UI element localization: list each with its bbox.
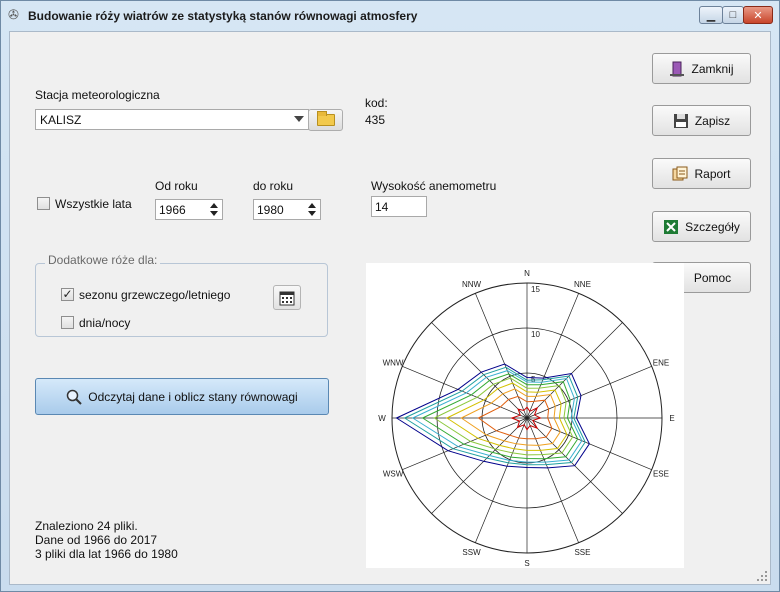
- spin-up-icon[interactable]: [308, 203, 316, 208]
- maximize-button[interactable]: □: [722, 6, 744, 24]
- radial-tick-label: 10: [531, 330, 540, 339]
- anemometer-label: Wysokość anemometru: [371, 179, 497, 193]
- close-button[interactable]: Zamknij: [652, 53, 751, 84]
- minimize-button[interactable]: ▁: [699, 6, 723, 24]
- from-year-spin-buttons[interactable]: [207, 201, 221, 218]
- grid-spoke: [402, 417, 528, 470]
- window-title: Budowanie róży wiatrów ze statystyką sta…: [28, 9, 418, 23]
- grid-spoke: [475, 417, 528, 543]
- station-value: KALISZ: [40, 112, 82, 127]
- details-button-label: Szczegóły: [685, 219, 740, 234]
- grid-spoke: [526, 417, 579, 543]
- help-button-label: Pomoc: [693, 270, 732, 285]
- spin-down-icon[interactable]: [308, 211, 316, 216]
- all-years-label: Wszystkie lata: [55, 197, 132, 211]
- extra-roses-title: Dodatkowe róże dla:: [45, 253, 161, 267]
- direction-label: SSW: [462, 548, 481, 557]
- direction-label: NNW: [462, 280, 482, 289]
- direction-label: ENE: [653, 359, 669, 368]
- station-label: Stacja meteorologiczna: [35, 88, 160, 102]
- to-year-spin-buttons[interactable]: [305, 201, 319, 218]
- calculate-label: Odczytaj dane i oblicz stany równowagi: [88, 389, 298, 404]
- close-window-button[interactable]: ✕: [743, 6, 773, 24]
- season-label: sezonu grzewczego/letniego: [79, 288, 231, 302]
- to-year-stepper[interactable]: 1980: [253, 199, 321, 220]
- to-year-label: do roku: [253, 179, 294, 193]
- direction-label: WSW: [383, 469, 404, 478]
- details-button[interactable]: Szczegóły: [652, 211, 751, 242]
- daynight-label: dnia/nocy: [79, 316, 131, 330]
- floppy-disk-icon: [673, 113, 688, 128]
- direction-label: NNE: [574, 280, 591, 289]
- excel-icon: [664, 219, 679, 234]
- wind-rose-chart: 5 10 15 N NNE ENE E ESE SSE S SSW WSW W WNW NNW: [366, 263, 684, 568]
- direction-label: ESE: [653, 469, 669, 478]
- status-line-1: Znaleziono 24 pliki.: [35, 519, 138, 533]
- direction-label: SSE: [574, 548, 590, 557]
- magnifier-icon: [67, 389, 82, 405]
- station-select[interactable]: KALISZ: [35, 109, 309, 130]
- from-year-stepper[interactable]: 1966: [155, 199, 223, 220]
- door-exit-icon: [670, 61, 685, 76]
- app-window: ✇ Budowanie róży wiatrów ze statystyką s…: [0, 0, 780, 592]
- folder-icon: [316, 111, 335, 126]
- grid-spoke: [526, 322, 623, 419]
- client-area: Stacja meteorologiczna KALISZ kod: 435 W…: [9, 31, 771, 585]
- grid-spoke: [475, 293, 528, 419]
- spin-down-icon[interactable]: [210, 211, 218, 216]
- title-bar: ✇ Budowanie róży wiatrów ze statystyką s…: [1, 1, 779, 31]
- daynight-checkbox[interactable]: [61, 316, 74, 329]
- calculate-button[interactable]: Odczytaj dane i oblicz stany równowagi: [35, 378, 329, 415]
- status-line-3: 3 pliki dla lat 1966 do 1980: [35, 547, 178, 561]
- app-icon: ✇: [8, 7, 19, 22]
- from-year-value: 1966: [159, 202, 186, 217]
- season-checkbox[interactable]: ✓: [61, 288, 74, 301]
- from-year-label: Od roku: [155, 179, 198, 193]
- grid-spoke: [431, 322, 528, 419]
- calendar-button[interactable]: [273, 285, 301, 310]
- direction-label: W: [378, 414, 386, 423]
- kod-label: kod:: [365, 96, 388, 110]
- spin-up-icon[interactable]: [210, 203, 218, 208]
- direction-label: S: [524, 559, 529, 568]
- direction-label: WNW: [383, 359, 404, 368]
- chevron-down-icon[interactable]: [294, 116, 304, 122]
- save-button-label: Zapisz: [694, 113, 731, 128]
- anemometer-value: 14: [375, 199, 389, 214]
- wind-rose-svg: 51015NNNEENEEESESSESSSWWSWWWNWNNW: [378, 269, 674, 568]
- report-button-label: Raport: [694, 166, 731, 181]
- to-year-value: 1980: [257, 202, 284, 217]
- anemometer-input[interactable]: 14: [371, 196, 427, 217]
- report-icon: [672, 166, 688, 180]
- status-line-2: Dane od 1966 do 2017: [35, 533, 158, 547]
- open-folder-button[interactable]: [308, 109, 343, 131]
- calendar-icon: [279, 291, 295, 305]
- all-years-checkbox[interactable]: [37, 197, 50, 210]
- kod-value: 435: [365, 113, 386, 127]
- resize-grip-icon[interactable]: [756, 570, 768, 582]
- grid-spoke: [526, 366, 652, 419]
- direction-label: E: [669, 414, 674, 423]
- radial-tick-label: 15: [531, 285, 540, 294]
- save-button[interactable]: Zapisz: [652, 105, 751, 136]
- close-button-label: Zamknij: [691, 61, 734, 76]
- direction-label: N: [524, 269, 530, 278]
- report-button[interactable]: Raport: [652, 158, 751, 189]
